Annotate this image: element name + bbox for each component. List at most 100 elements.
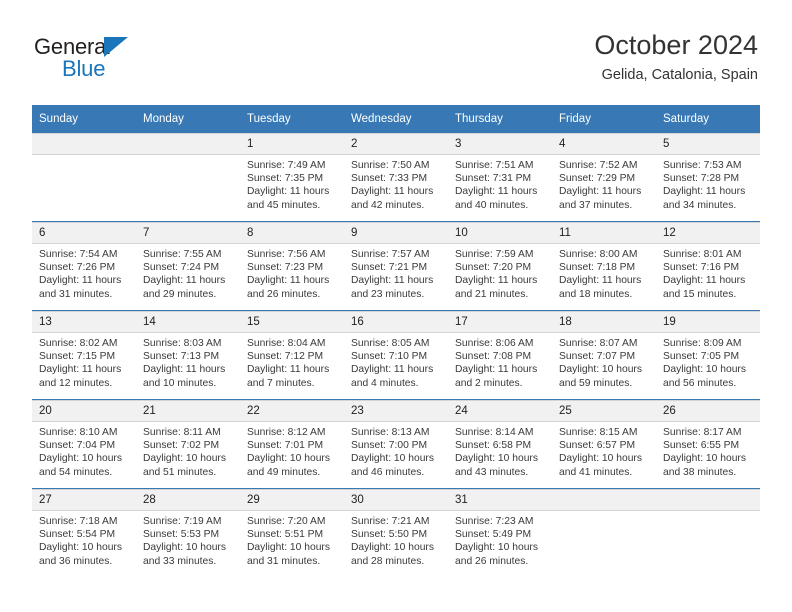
day-number: 7 [136, 222, 240, 244]
sunset-text: Sunset: 7:24 PM [143, 262, 220, 274]
sunset-text: Sunset: 7:23 PM [247, 262, 324, 274]
page-title: October 2024 [594, 30, 758, 60]
day-cell: 16 Sunrise: 8:05 AM Sunset: 7:10 PM Dayligh… [344, 311, 448, 399]
sunrise-text: Sunrise: 8:00 AM [559, 249, 638, 260]
day-number: 25 [552, 400, 656, 422]
sunrise-text: Sunrise: 7:56 AM [247, 249, 326, 260]
daylight-text-line1: Daylight: 10 hours [39, 453, 122, 465]
day-cell: 11 Sunrise: 8:00 AM Sunset: 7:18 PM Dayligh… [552, 222, 656, 310]
day-details: Sunrise: 8:04 AM Sunset: 7:12 PM Daylight:… [240, 333, 344, 390]
day-details: Sunrise: 8:10 AM Sunset: 7:04 PM Daylight:… [32, 422, 136, 479]
calendar-day-cell: 10 Sunrise: 7:59 AM Sunset: 7:20 PM Dayligh… [448, 221, 552, 311]
calendar-page: General Blue October 2024 Gelida, Catalo… [0, 0, 792, 612]
calendar-day-cell: 27 Sunrise: 7:18 AM Sunset: 5:54 PM Dayligh… [32, 488, 136, 577]
sunset-text: Sunset: 7:16 PM [663, 262, 740, 274]
daylight-text-line1: Daylight: 10 hours [247, 453, 330, 465]
daylight-text-line1: Daylight: 11 hours [143, 275, 226, 287]
day-cell: 9 Sunrise: 7:57 AM Sunset: 7:21 PM Daylight… [344, 222, 448, 310]
logo-triangle-icon [104, 37, 128, 57]
daylight-text-line1: Daylight: 11 hours [247, 186, 330, 198]
daylight-text-line2: and 29 minutes. [143, 288, 217, 300]
daylight-text-line2: and 49 minutes. [247, 466, 321, 478]
calendar-day-cell [656, 488, 760, 577]
day-number: 23 [344, 400, 448, 422]
daylight-text-line1: Daylight: 11 hours [247, 364, 330, 376]
calendar-day-cell: 22 Sunrise: 8:12 AM Sunset: 7:01 PM Dayligh… [240, 399, 344, 489]
day-cell: 23 Sunrise: 8:13 AM Sunset: 7:00 PM Dayligh… [344, 400, 448, 488]
weekday-header-friday: Friday [552, 105, 656, 133]
sunset-text: Sunset: 7:13 PM [143, 351, 220, 363]
title-block: October 2024 Gelida, Catalonia, Spain [594, 28, 758, 86]
daylight-text-line1: Daylight: 11 hours [559, 275, 642, 287]
calendar-day-cell [552, 488, 656, 577]
calendar-day-cell: 19 Sunrise: 8:09 AM Sunset: 7:05 PM Dayligh… [656, 310, 760, 400]
sunrise-text: Sunrise: 8:01 AM [663, 249, 742, 260]
sunset-text: Sunset: 6:58 PM [455, 440, 532, 452]
daylight-text-line2: and 41 minutes. [559, 466, 633, 478]
sunrise-text: Sunrise: 7:52 AM [559, 160, 638, 171]
daylight-text-line2: and 36 minutes. [39, 555, 113, 567]
calendar-week-row: 20 Sunrise: 8:10 AM Sunset: 7:04 PM Dayligh… [32, 399, 760, 489]
daylight-text-line1: Daylight: 11 hours [351, 186, 434, 198]
calendar-day-cell: 7 Sunrise: 7:55 AM Sunset: 7:24 PM Daylight… [136, 221, 240, 311]
calendar-day-cell: 6 Sunrise: 7:54 AM Sunset: 7:26 PM Daylight… [32, 221, 136, 311]
daylight-text-line2: and 4 minutes. [351, 377, 419, 389]
daylight-text-line1: Daylight: 11 hours [455, 275, 538, 287]
sunset-text: Sunset: 5:53 PM [143, 529, 220, 541]
calendar-day-cell: 21 Sunrise: 8:11 AM Sunset: 7:02 PM Dayligh… [136, 399, 240, 489]
sunset-text: Sunset: 5:50 PM [351, 529, 428, 541]
calendar-day-cell: 2 Sunrise: 7:50 AM Sunset: 7:33 PM Daylight… [344, 133, 448, 222]
day-details: Sunrise: 8:12 AM Sunset: 7:01 PM Daylight:… [240, 422, 344, 479]
daylight-text-line2: and 38 minutes. [663, 466, 737, 478]
daylight-text-line2: and 12 minutes. [39, 377, 113, 389]
day-cell: 31 Sunrise: 7:23 AM Sunset: 5:49 PM Dayligh… [448, 489, 552, 577]
day-number: 17 [448, 311, 552, 333]
sunset-text: Sunset: 5:51 PM [247, 529, 324, 541]
day-number: 12 [656, 222, 760, 244]
calendar-day-cell: 29 Sunrise: 7:20 AM Sunset: 5:51 PM Dayligh… [240, 488, 344, 577]
calendar-day-cell: 31 Sunrise: 7:23 AM Sunset: 5:49 PM Dayligh… [448, 488, 552, 577]
sunset-text: Sunset: 7:31 PM [455, 173, 532, 185]
sunset-text: Sunset: 7:01 PM [247, 440, 324, 452]
sunset-text: Sunset: 7:15 PM [39, 351, 116, 363]
day-cell: 13 Sunrise: 8:02 AM Sunset: 7:15 PM Dayligh… [32, 311, 136, 399]
weekday-header-monday: Monday [136, 105, 240, 133]
day-number [136, 133, 240, 155]
sunrise-text: Sunrise: 7:53 AM [663, 160, 742, 171]
daylight-text-line2: and 45 minutes. [247, 199, 321, 211]
daylight-text-line1: Daylight: 11 hours [455, 364, 538, 376]
day-number: 20 [32, 400, 136, 422]
calendar-day-cell: 13 Sunrise: 8:02 AM Sunset: 7:15 PM Dayligh… [32, 310, 136, 400]
day-details: Sunrise: 8:07 AM Sunset: 7:07 PM Daylight:… [552, 333, 656, 390]
sunset-text: Sunset: 7:02 PM [143, 440, 220, 452]
calendar-day-cell: 25 Sunrise: 8:15 AM Sunset: 6:57 PM Dayligh… [552, 399, 656, 489]
day-details: Sunrise: 7:57 AM Sunset: 7:21 PM Daylight:… [344, 244, 448, 301]
day-cell-empty [656, 489, 760, 577]
sunrise-text: Sunrise: 8:15 AM [559, 427, 638, 438]
weekday-header-saturday: Saturday [656, 105, 760, 133]
day-cell: 29 Sunrise: 7:20 AM Sunset: 5:51 PM Dayligh… [240, 489, 344, 577]
weekday-header-row: Sunday Monday Tuesday Wednesday Thursday… [32, 105, 760, 133]
day-number: 24 [448, 400, 552, 422]
sunset-text: Sunset: 7:33 PM [351, 173, 428, 185]
day-cell: 8 Sunrise: 7:56 AM Sunset: 7:23 PM Daylight… [240, 222, 344, 310]
daylight-text-line2: and 2 minutes. [455, 377, 523, 389]
day-cell: 3 Sunrise: 7:51 AM Sunset: 7:31 PM Daylight… [448, 133, 552, 221]
day-number: 1 [240, 133, 344, 155]
sunrise-text: Sunrise: 8:03 AM [143, 338, 222, 349]
sunrise-text: Sunrise: 8:09 AM [663, 338, 742, 349]
day-details: Sunrise: 8:13 AM Sunset: 7:00 PM Daylight:… [344, 422, 448, 479]
day-number: 2 [344, 133, 448, 155]
day-cell: 7 Sunrise: 7:55 AM Sunset: 7:24 PM Daylight… [136, 222, 240, 310]
sunset-text: Sunset: 7:28 PM [663, 173, 740, 185]
logo-text-blue: Blue [62, 56, 106, 81]
day-cell: 18 Sunrise: 8:07 AM Sunset: 7:07 PM Dayligh… [552, 311, 656, 399]
day-cell-empty [136, 133, 240, 221]
day-number: 22 [240, 400, 344, 422]
day-cell: 30 Sunrise: 7:21 AM Sunset: 5:50 PM Dayligh… [344, 489, 448, 577]
calendar-day-cell: 14 Sunrise: 8:03 AM Sunset: 7:13 PM Dayligh… [136, 310, 240, 400]
day-details: Sunrise: 8:14 AM Sunset: 6:58 PM Daylight:… [448, 422, 552, 479]
sunset-text: Sunset: 7:21 PM [351, 262, 428, 274]
day-details: Sunrise: 7:20 AM Sunset: 5:51 PM Daylight:… [240, 511, 344, 568]
sunrise-text: Sunrise: 7:51 AM [455, 160, 534, 171]
